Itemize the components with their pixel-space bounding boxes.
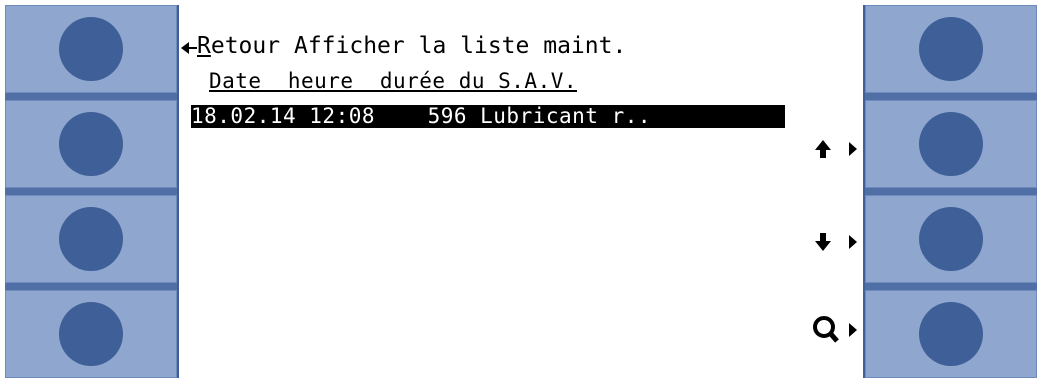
knob-icon xyxy=(59,207,123,271)
search-softkey[interactable] xyxy=(809,310,859,350)
search-icon xyxy=(813,316,857,343)
title-spacer xyxy=(280,33,294,59)
left-softkey-column xyxy=(5,5,177,378)
display-screen: Retour Afficher la liste maint. Date heu… xyxy=(177,5,865,378)
left-softkey-1[interactable] xyxy=(5,5,177,93)
knob-icon xyxy=(59,112,123,176)
scroll-up-softkey[interactable] xyxy=(809,129,859,169)
right-softkey-4[interactable] xyxy=(865,290,1037,378)
right-softkey-3[interactable] xyxy=(865,195,1037,283)
page-title: Afficher la liste maint. xyxy=(293,33,627,59)
title-row: Retour Afficher la liste maint. xyxy=(181,31,626,61)
knob-icon xyxy=(919,207,983,271)
device-panel: Retour Afficher la liste maint. Date heu… xyxy=(0,0,1037,378)
right-softkey-1[interactable] xyxy=(865,5,1037,93)
knob-icon xyxy=(59,17,123,81)
knob-icon xyxy=(59,302,123,366)
knob-icon xyxy=(919,112,983,176)
knob-icon xyxy=(919,17,983,81)
right-softkey-2[interactable] xyxy=(865,100,1037,188)
arrow-up-icon xyxy=(815,140,857,158)
scroll-down-softkey[interactable] xyxy=(809,222,859,262)
right-softkey-column xyxy=(865,5,1037,378)
left-softkey-4[interactable] xyxy=(5,290,177,378)
table-row[interactable]: 18.02.14 12:08 596 Lubricant r.. xyxy=(191,105,785,128)
left-softkey-3[interactable] xyxy=(5,195,177,283)
back-arrow-icon[interactable] xyxy=(181,33,197,59)
back-label[interactable]: etour xyxy=(211,33,280,59)
arrow-down-icon xyxy=(815,233,857,251)
knob-icon xyxy=(919,302,983,366)
back-label-hotkey[interactable]: R xyxy=(197,33,211,59)
table-header: Date heure durée du S.A.V. xyxy=(209,69,578,93)
left-softkey-2[interactable] xyxy=(5,100,177,188)
